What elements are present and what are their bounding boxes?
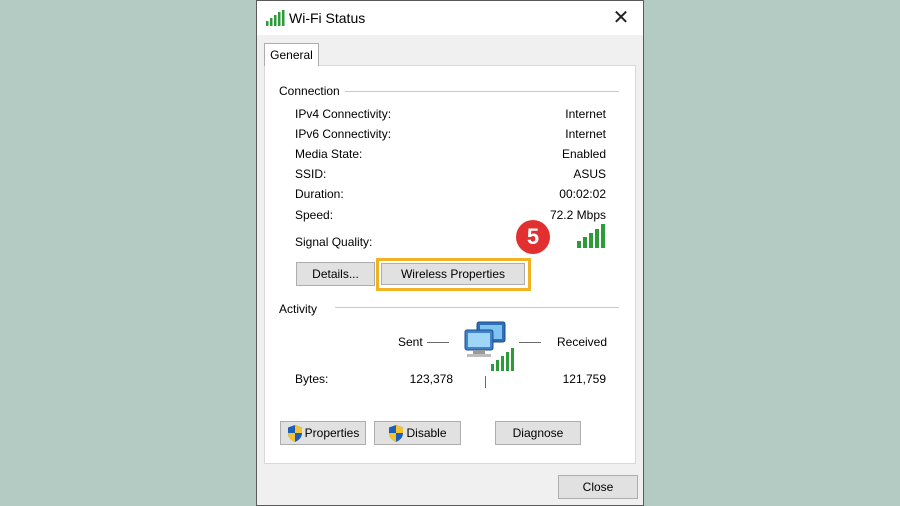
ipv4-label: IPv4 Connectivity: xyxy=(295,107,392,121)
close-icon[interactable]: ✕ xyxy=(609,6,633,30)
connection-divider xyxy=(345,91,619,92)
bytes-received-value: 121,759 xyxy=(562,372,606,386)
ssid-value: ASUS xyxy=(573,167,606,181)
properties-button-label: Properties xyxy=(304,426,360,440)
wifi-signal-icon xyxy=(266,10,285,26)
sent-label: Sent xyxy=(398,335,423,349)
speed-label: Speed: xyxy=(295,208,334,222)
media-state-value: Enabled xyxy=(561,147,606,161)
diagnose-button[interactable]: Diagnose xyxy=(495,421,581,445)
signal-quality-icon xyxy=(577,224,605,248)
window-title: Wi-Fi Status xyxy=(289,10,366,26)
details-button[interactable]: Details... xyxy=(296,262,375,286)
ipv6-label: IPv6 Connectivity: xyxy=(295,127,392,141)
general-panel: Connection IPv4 Connectivity: Internet I… xyxy=(264,65,636,464)
activity-divider xyxy=(335,307,619,308)
bytes-sent-value: 123,378 xyxy=(409,372,453,386)
received-label: Received xyxy=(557,335,608,349)
uac-shield-icon xyxy=(287,424,302,442)
received-dash xyxy=(519,342,541,343)
ipv4-value: Internet xyxy=(565,107,606,121)
duration-value: 00:02:02 xyxy=(559,187,606,201)
duration-label: Duration: xyxy=(295,187,344,201)
media-state-label: Media State: xyxy=(295,147,363,161)
activity-separator xyxy=(485,376,486,388)
disable-button-label: Disable xyxy=(406,426,447,440)
activity-heading: Activity xyxy=(279,302,318,316)
close-button[interactable]: Close xyxy=(558,475,638,499)
properties-button[interactable]: Properties xyxy=(280,421,366,445)
title-bar: Wi-Fi Status ✕ xyxy=(257,1,643,35)
ssid-label: SSID: xyxy=(295,167,327,181)
disable-button[interactable]: Disable xyxy=(374,421,461,445)
signal-quality-label: Signal Quality: xyxy=(295,235,373,249)
step-number-badge: 5 xyxy=(516,220,550,254)
wireless-properties-button[interactable]: Wireless Properties xyxy=(381,263,525,285)
connection-heading: Connection xyxy=(279,84,340,98)
wifi-status-dialog: Wi-Fi Status ✕ General Connection IPv4 C… xyxy=(256,0,644,506)
sent-dash xyxy=(427,342,449,343)
speed-value: 72.2 Mbps xyxy=(549,208,606,222)
bytes-label: Bytes: xyxy=(295,372,329,386)
ipv6-value: Internet xyxy=(565,127,606,141)
uac-shield-icon xyxy=(389,424,404,442)
network-computers-icon xyxy=(464,321,514,371)
tab-general[interactable]: General xyxy=(264,43,319,66)
